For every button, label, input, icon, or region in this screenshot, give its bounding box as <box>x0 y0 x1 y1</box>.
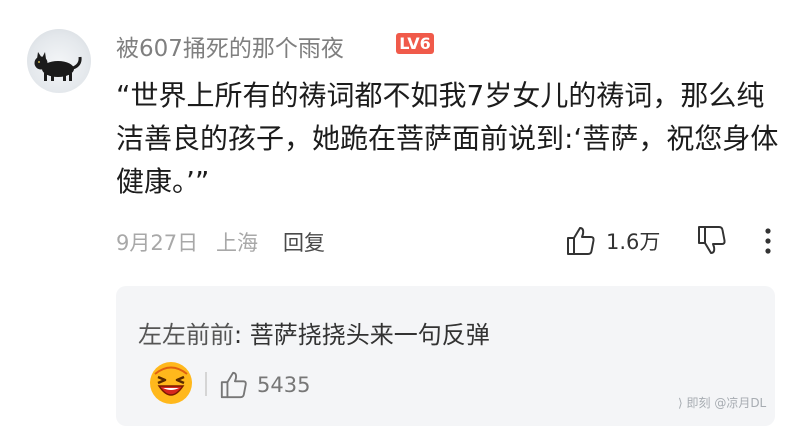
watermark: ⟩ 即刻 @凉月DL <box>678 394 766 411</box>
reply-author[interactable]: 左左前前 <box>138 321 234 349</box>
reply-like-count: 5435 <box>257 373 311 397</box>
more-options-button[interactable] <box>758 226 778 256</box>
username[interactable]: 被607捅死的那个雨夜 <box>116 29 344 63</box>
like-button[interactable]: 1.6万 <box>565 224 660 258</box>
thumbs-up-icon <box>220 371 247 399</box>
more-vertical-icon <box>765 228 771 254</box>
comment-location: 上海 <box>216 231 258 255</box>
reply-text: 左左前前: 菩萨挠挠头来一句反弹 <box>138 315 490 350</box>
watermark-icon: ⟩ 即刻 <box>678 396 715 410</box>
comment-text: “世界上所有的祷词都不如我7岁女儿的祷词，那么纯洁善良的孩子，她跪在菩萨面前说到… <box>116 79 779 198</box>
reply-avatar[interactable] <box>146 358 196 406</box>
reply-button[interactable]: 回复 <box>283 227 325 257</box>
reply-content: 菩萨挠挠头来一句反弹 <box>242 321 490 349</box>
black-cat-icon <box>34 52 82 81</box>
comment-date: 9月27日 <box>116 231 199 255</box>
reply-separator: : <box>234 321 243 349</box>
watermark-text: @凉月DL <box>714 396 767 410</box>
thumbs-down-icon <box>698 226 726 254</box>
dislike-button[interactable] <box>696 224 728 258</box>
reply-box[interactable]: 左左前前: 菩萨挠挠头来一句反弹 5435 <box>116 286 775 426</box>
like-count: 1.6万 <box>606 230 661 254</box>
avatar[interactable] <box>27 29 91 93</box>
level-badge: LV6 <box>396 33 434 54</box>
laughing-emoji-icon <box>150 362 192 404</box>
reply-like-button[interactable]: 5435 <box>219 368 310 402</box>
reply-divider <box>205 372 207 396</box>
thumbs-up-icon <box>567 227 595 255</box>
